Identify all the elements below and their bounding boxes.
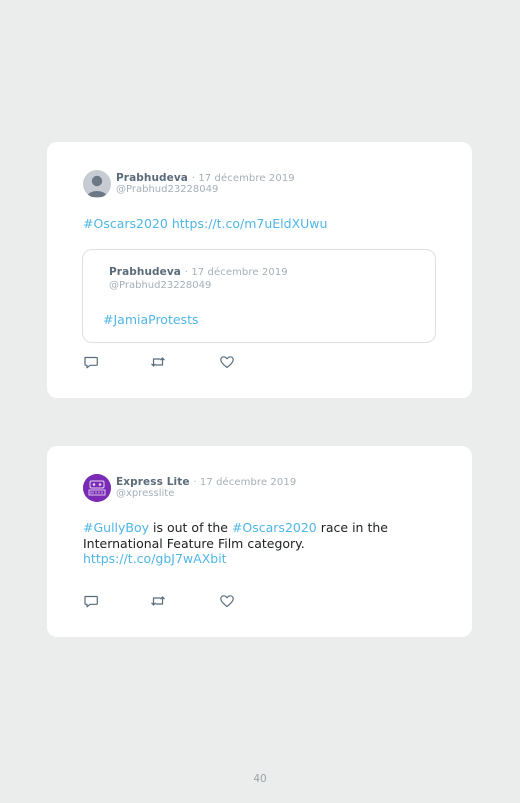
tweet-line-2: International Feature Film category. bbox=[83, 535, 305, 551]
retweet-icon[interactable] bbox=[150, 354, 166, 370]
retweet-icon[interactable] bbox=[150, 593, 166, 609]
author-name[interactable]: Express Lite bbox=[116, 476, 190, 488]
quoted-author: Prabhudeva · 17 décembre 2019 bbox=[109, 266, 288, 278]
hashtag-link[interactable]: #Oscars2020 bbox=[232, 520, 317, 535]
hashtag-link[interactable]: #Oscars2020 bbox=[83, 216, 168, 231]
tweet-author[interactable]: Prabhudeva · 17 décembre 2019 bbox=[116, 172, 295, 184]
tweet-card: Prabhudeva · 17 décembre 2019 @Prabhud23… bbox=[47, 142, 472, 398]
reply-icon[interactable] bbox=[83, 593, 99, 609]
tweet-text: #GullyBoy is out of the #Oscars2020 race… bbox=[83, 520, 443, 567]
text-fragment: is out of the bbox=[149, 520, 232, 535]
quoted-handle: @Prabhud23228049 bbox=[109, 280, 212, 291]
tweet-actions bbox=[83, 354, 243, 370]
tweet-date: · 17 décembre 2019 bbox=[193, 477, 297, 488]
quoted-author-name: Prabhudeva bbox=[109, 266, 181, 278]
quoted-tweet[interactable]: Prabhudeva · 17 décembre 2019 @Prabhud23… bbox=[82, 249, 436, 343]
tweet-line-1: #GullyBoy is out of the #Oscars2020 race… bbox=[83, 520, 443, 536]
tweet-card: Express Lite · 17 décembre 2019 @xpressl… bbox=[47, 446, 472, 637]
page-number: 40 bbox=[253, 773, 267, 785]
hashtag-link[interactable]: #JamiaProtests bbox=[103, 312, 198, 327]
url-link[interactable]: https://t.co/gbJ7wAXbit bbox=[83, 551, 443, 567]
tweet-date: · 17 décembre 2019 bbox=[191, 173, 295, 184]
like-icon[interactable] bbox=[219, 593, 235, 609]
express-lite-logo-icon[interactable] bbox=[83, 474, 111, 502]
like-icon[interactable] bbox=[219, 354, 235, 370]
avatar-placeholder-icon[interactable] bbox=[83, 170, 111, 198]
author-name[interactable]: Prabhudeva bbox=[116, 172, 188, 184]
hashtag-link[interactable]: #GullyBoy bbox=[83, 520, 149, 535]
quoted-text: #JamiaProtests bbox=[103, 312, 198, 328]
url-link[interactable]: https://t.co/m7uEldXUwu bbox=[172, 216, 328, 231]
author-handle[interactable]: @Prabhud23228049 bbox=[116, 184, 218, 195]
author-handle[interactable]: @xpresslite bbox=[116, 488, 174, 499]
tweet-text: #Oscars2020 https://t.co/m7uEldXUwu bbox=[83, 216, 327, 232]
text-fragment: race in the bbox=[316, 520, 388, 535]
quoted-date: · 17 décembre 2019 bbox=[184, 267, 288, 278]
reply-icon[interactable] bbox=[83, 354, 99, 370]
tweet-author[interactable]: Express Lite · 17 décembre 2019 bbox=[116, 476, 296, 488]
tweet-actions bbox=[83, 593, 243, 609]
